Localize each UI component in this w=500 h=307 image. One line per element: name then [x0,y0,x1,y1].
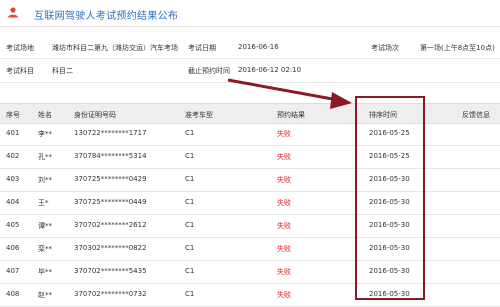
info-divider-2 [0,82,500,83]
row-vehicle-type: C1 [185,267,195,275]
row-sort-time: 2016-05-30 [369,290,410,298]
row-id-number: 370702********5435 [74,267,147,275]
header-name: 姓名 [38,111,52,119]
row-sort-time: 2016-05-30 [369,175,410,183]
row-index: 408 [6,290,20,298]
info-divider [0,58,500,59]
table-header: 序号 姓名 身份证明号码 准考车型 预约结果 排序时间 反馈信息 [0,103,500,124]
row-vehicle-type: C1 [185,175,195,183]
header-result: 预约结果 [277,111,305,119]
row-result: 失败 [277,199,291,207]
table-row: 402 孔** 370784********5314 C1 失败 2016-05… [0,145,500,169]
row-sort-time: 2016-05-30 [369,244,410,252]
header-vehicle-type: 准考车型 [185,111,213,119]
row-index: 406 [6,244,20,252]
row-vehicle-type: C1 [185,221,195,229]
row-index: 407 [6,267,20,275]
row-vehicle-type: C1 [185,129,195,137]
row-name: 孔** [38,153,52,161]
header-index: 序号 [6,111,20,119]
table-row: 408 赵** 370702********0732 C1 失败 2016-05… [0,283,500,307]
table-row: 404 王* 370725********0449 C1 失败 2016-05-… [0,191,500,215]
table-row: 403 刘** 370725********0429 C1 失败 2016-05… [0,168,500,192]
table-row: 401 李** 130722********1717 C1 失败 2016-05… [0,122,500,146]
date-label: 考试日期 [188,44,216,52]
venue-label: 考试场地 [6,44,34,52]
row-name: 刘** [38,176,52,184]
row-sort-time: 2016-05-30 [369,267,410,275]
row-name: 谭** [38,222,52,230]
row-id-number: 370784********5314 [74,152,147,160]
row-id-number: 370302********0822 [74,244,147,252]
title-bar: 互联网驾驶人考试预约结果公布 [0,0,500,27]
row-result: 失败 [277,291,291,299]
row-result: 失败 [277,153,291,161]
header-feedback: 反馈信息 [462,111,490,119]
row-result: 失败 [277,268,291,276]
header-sort-time: 排序时间 [369,111,397,119]
row-id-number: 370725********0429 [74,175,147,183]
subject-label: 考试科目 [6,67,34,75]
row-result: 失败 [277,176,291,184]
row-name: 栾** [38,245,52,253]
row-sort-time: 2016-05-25 [369,129,410,137]
row-vehicle-type: C1 [185,290,195,298]
row-index: 401 [6,129,20,137]
person-icon [8,7,18,18]
row-id-number: 370702********2612 [74,221,147,229]
row-vehicle-type: C1 [185,152,195,160]
row-vehicle-type: C1 [185,198,195,206]
row-index: 403 [6,175,20,183]
subject-value: 科目二 [52,67,73,75]
venue-value: 潍坊市科目二第九（潍坊交运）汽车考场 [52,44,178,52]
row-index: 404 [6,198,20,206]
deadline-value: 2016-06-12 02:10 [238,66,302,74]
row-sort-time: 2016-05-30 [369,198,410,206]
table-row: 407 毕** 370702********5435 C1 失败 2016-05… [0,260,500,284]
date-value: 2016-06-16 [238,43,279,51]
row-index: 402 [6,152,20,160]
row-sort-time: 2016-05-30 [369,221,410,229]
deadline-label: 截止预约时间 [188,67,230,75]
row-id-number: 370725********0449 [74,198,147,206]
row-vehicle-type: C1 [185,244,195,252]
row-result: 失败 [277,245,291,253]
row-id-number: 130722********1717 [74,129,147,137]
row-result: 失败 [277,130,291,138]
table-row: 405 谭** 370702********2612 C1 失败 2016-05… [0,214,500,238]
row-name: 李** [38,130,52,138]
row-result: 失败 [277,222,291,230]
header-id-number: 身份证明号码 [74,111,116,119]
page-title: 互联网驾驶人考试预约结果公布 [34,11,179,22]
row-name: 王* [38,199,49,207]
row-name: 赵** [38,291,52,299]
session-label: 考试场次 [371,44,399,52]
table-row: 406 栾** 370302********0822 C1 失败 2016-05… [0,237,500,261]
row-id-number: 370702********0732 [74,290,147,298]
row-index: 405 [6,221,20,229]
row-sort-time: 2016-05-25 [369,152,410,160]
session-value: 第一场(上午8点至10点) [420,44,495,52]
row-name: 毕** [38,268,52,276]
